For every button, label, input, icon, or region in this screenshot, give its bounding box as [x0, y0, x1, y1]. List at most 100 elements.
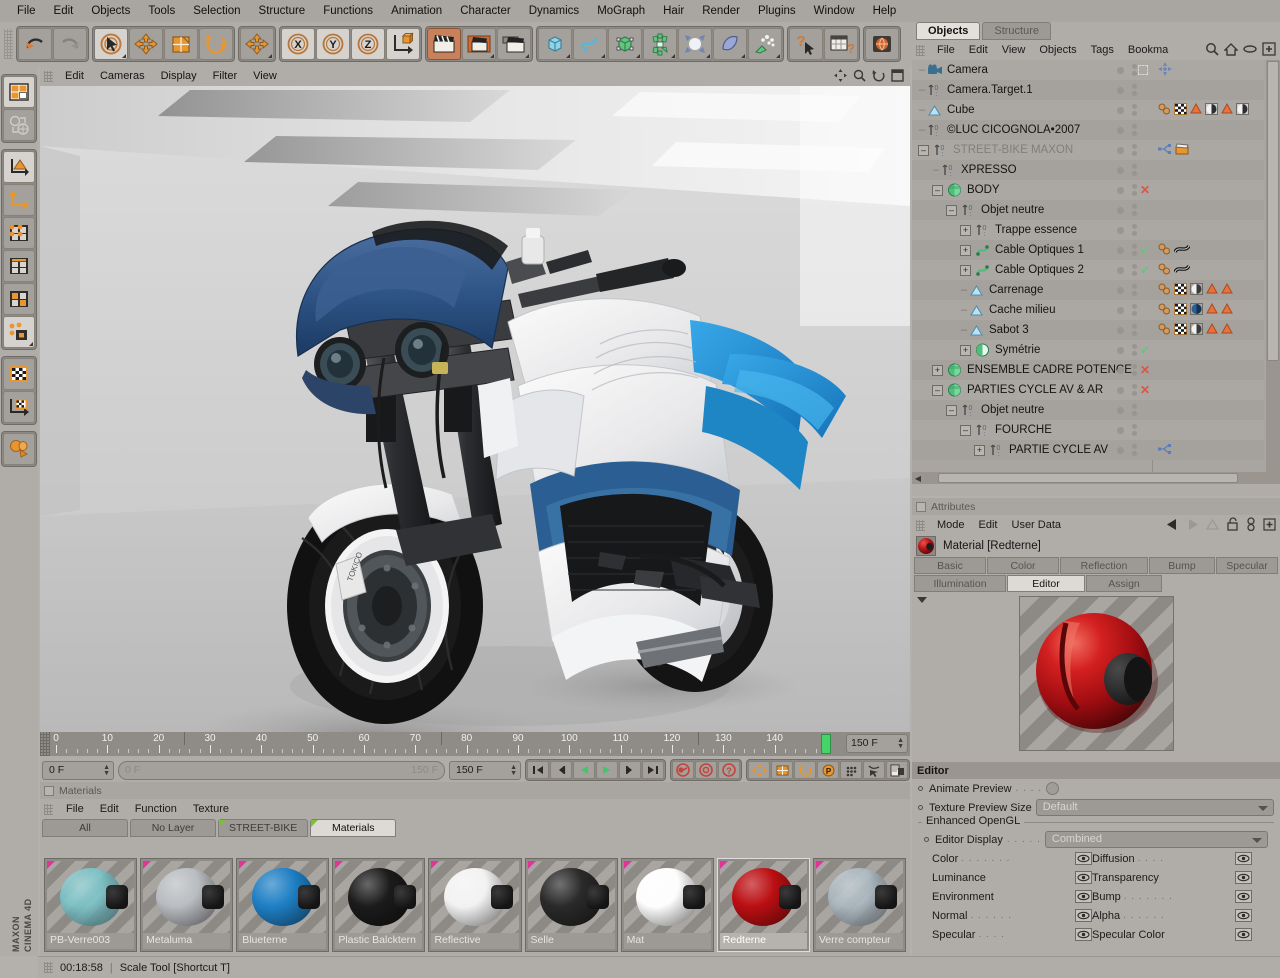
- tree-row[interactable]: –Carrenage: [912, 280, 1264, 300]
- render-visibility-dot2[interactable]: [1132, 411, 1137, 416]
- tree-expander[interactable]: –: [932, 185, 943, 196]
- tag-material[interactable]: [1158, 323, 1171, 338]
- live-selection-tool[interactable]: [94, 28, 128, 60]
- editor-visibility-dot[interactable]: [1117, 307, 1124, 314]
- material-layer-tab-street-bike[interactable]: STREET-BIKE: [218, 819, 308, 837]
- material-swatch[interactable]: Selle: [525, 858, 618, 952]
- material-layer-tab-all[interactable]: All: [42, 819, 128, 837]
- preview-max-field[interactable]: 150 F ▲▼: [449, 761, 521, 780]
- materials-menu-file[interactable]: File: [58, 802, 92, 816]
- editor-visibility-dot[interactable]: [1117, 407, 1124, 414]
- render-visibility-dot[interactable]: [1132, 104, 1137, 109]
- editor-visibility-dot[interactable]: [1117, 327, 1124, 334]
- menu-item-mograph[interactable]: MoGraph: [588, 3, 654, 19]
- editor-visibility-dot[interactable]: [1117, 147, 1124, 154]
- move-tool[interactable]: [129, 28, 163, 60]
- tag-select2[interactable]: [1221, 103, 1233, 117]
- editor-visibility-dot[interactable]: [1117, 187, 1124, 194]
- preview-collapse-arrow[interactable]: [917, 597, 927, 603]
- play-forwards-button[interactable]: [596, 761, 618, 779]
- editor-visibility-dot[interactable]: [1117, 167, 1124, 174]
- render-visibility-dot[interactable]: [1132, 64, 1137, 69]
- add-cube-button[interactable]: [538, 28, 572, 60]
- editor-visibility-dot[interactable]: [1117, 427, 1124, 434]
- statusbar-grip[interactable]: [44, 962, 53, 973]
- render-visibility-dot[interactable]: [1132, 204, 1137, 209]
- render-visibility-dot2[interactable]: [1132, 331, 1137, 336]
- materials-menu-edit[interactable]: Edit: [92, 802, 127, 816]
- render-visibility-dot2[interactable]: [1132, 311, 1137, 316]
- z-axis-lock[interactable]: Z: [351, 28, 385, 60]
- zoom-icon[interactable]: [853, 69, 866, 82]
- render-visibility-dot[interactable]: [1132, 244, 1137, 249]
- editor-visibility-dot[interactable]: [1117, 367, 1124, 374]
- web-help-button[interactable]: [865, 28, 899, 60]
- editor-visibility-dot[interactable]: [1117, 227, 1124, 234]
- menu-item-functions[interactable]: Functions: [314, 3, 382, 19]
- x-axis-lock[interactable]: X: [281, 28, 315, 60]
- menu-item-hair[interactable]: Hair: [654, 3, 693, 19]
- render-visibility-dot2[interactable]: [1132, 231, 1137, 236]
- render-visibility-dot2[interactable]: [1132, 371, 1137, 376]
- timeline-track[interactable]: 0102030405060708090100110120130140: [50, 732, 910, 756]
- tag-xpresso[interactable]: [1158, 443, 1172, 458]
- record-position-button[interactable]: [748, 761, 770, 779]
- maximize-icon[interactable]: [891, 69, 904, 82]
- tag-select[interactable]: [1206, 323, 1218, 337]
- keyframe-preset-button[interactable]: [886, 761, 908, 779]
- record-scale-button[interactable]: [771, 761, 793, 779]
- viewport-menu-edit[interactable]: Edit: [57, 69, 92, 83]
- texture-preview-size-select[interactable]: Default: [1036, 799, 1274, 816]
- animate-preview-checkbox[interactable]: [1046, 782, 1059, 795]
- render-visibility-dot2[interactable]: [1132, 351, 1137, 356]
- tool-expand-corner[interactable]: [636, 54, 640, 58]
- go-to-end-button[interactable]: [642, 761, 664, 779]
- attributes-menu-user-data[interactable]: User Data: [1005, 518, 1069, 532]
- lock-icon[interactable]: [1226, 517, 1239, 531]
- record-active-objects-button[interactable]: [672, 761, 694, 779]
- preview-range-bar[interactable]: 0 F 150 F: [118, 761, 445, 780]
- attr-tab-assign[interactable]: Assign: [1086, 575, 1162, 592]
- tree-expander[interactable]: –: [946, 405, 957, 416]
- channel-visibility-toggle[interactable]: [1075, 909, 1092, 922]
- scroll-left-arrow[interactable]: ◀: [912, 474, 924, 483]
- objects-menu-edit[interactable]: Edit: [962, 43, 995, 57]
- toolbar-grip[interactable]: [4, 29, 13, 59]
- tag-material[interactable]: [1158, 303, 1171, 318]
- render-visibility-dot[interactable]: [1132, 144, 1137, 149]
- tool-expand-corner[interactable]: [268, 54, 272, 58]
- world-object-coordinates[interactable]: [386, 28, 420, 60]
- material-swatch[interactable]: Plastic Balcktern: [332, 858, 425, 952]
- render-visibility-dot2[interactable]: [1132, 71, 1137, 76]
- tag-material2[interactable]: [1205, 103, 1218, 118]
- render-visibility-dot[interactable]: [1132, 164, 1137, 169]
- tool-expand-corner[interactable]: [776, 54, 780, 58]
- attr-tab-specular[interactable]: Specular: [1216, 557, 1278, 574]
- objects-menu-view[interactable]: View: [995, 43, 1033, 57]
- scrollbar-thumb-h[interactable]: [938, 473, 1238, 483]
- menu-item-edit[interactable]: Edit: [45, 3, 83, 19]
- tree-row[interactable]: –0:©LUC CICOGNOLA•2007: [912, 120, 1264, 140]
- tool-expand-corner[interactable]: [741, 54, 745, 58]
- editor-visibility-dot[interactable]: [1117, 347, 1124, 354]
- tool-expand-corner[interactable]: [566, 54, 570, 58]
- tag-select2[interactable]: [1221, 323, 1233, 337]
- tree-state-mark[interactable]: ✓: [1140, 263, 1150, 277]
- tab-structure[interactable]: Structure: [982, 22, 1051, 40]
- material-swatch[interactable]: Verre compteur: [813, 858, 906, 952]
- editor-visibility-dot[interactable]: [1117, 387, 1124, 394]
- tree-expander[interactable]: –: [918, 145, 929, 156]
- tree-row[interactable]: +0:PARTIE CYCLE AV: [912, 440, 1264, 460]
- tab-objects[interactable]: Objects: [916, 22, 980, 40]
- render-visibility-dot[interactable]: [1132, 84, 1137, 89]
- material-swatch[interactable]: Mat: [621, 858, 714, 952]
- channel-visibility-toggle[interactable]: [1075, 890, 1092, 903]
- timeline-playhead[interactable]: [821, 734, 831, 754]
- attr-tab-reflection[interactable]: Reflection: [1060, 557, 1148, 574]
- tree-state-mark[interactable]: ✓: [1140, 343, 1150, 357]
- tool-expand-corner[interactable]: [706, 54, 710, 58]
- menu-item-tools[interactable]: Tools: [139, 3, 184, 19]
- render-visibility-dot2[interactable]: [1132, 131, 1137, 136]
- tree-row[interactable]: –0:Camera.Target.1: [912, 80, 1264, 100]
- tree-row[interactable]: –PARTIES CYCLE AV & AR✕: [912, 380, 1264, 400]
